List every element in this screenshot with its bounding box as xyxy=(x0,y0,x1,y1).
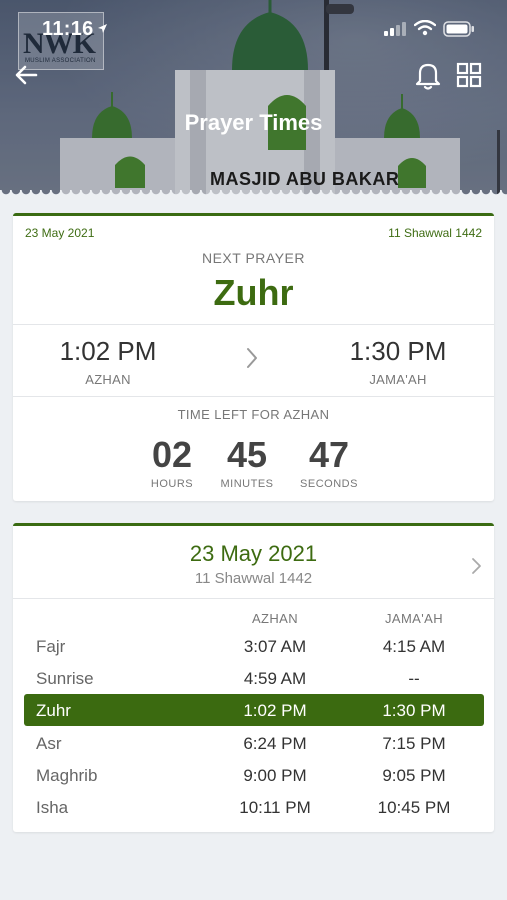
prayer-name: Fajr xyxy=(36,637,66,656)
bell-icon[interactable] xyxy=(414,60,442,90)
chevron-right-icon xyxy=(247,348,257,368)
next-prayer-card: 23 May 2021 11 Shawwal 1442 NEXT PRAYER … xyxy=(13,213,494,501)
schedule-hijri-date: 11 Shawwal 1442 xyxy=(194,570,313,587)
prayer-name: Asr xyxy=(36,734,62,753)
prayer-row-zuhr-active: Zuhr 1:02 PM 1:30 PM xyxy=(24,694,484,726)
prayer-name: Maghrib xyxy=(36,766,98,785)
countdown-hours: 02 xyxy=(151,434,193,475)
prayer-azhan-time: 1:02 PM xyxy=(243,701,307,720)
azhan-label: AZHAN xyxy=(85,372,131,387)
wifi-icon xyxy=(414,20,436,36)
prayer-jamaah-time: 9:05 PM xyxy=(382,766,446,785)
prayer-row-asr: Asr 6:24 PM 7:15 PM xyxy=(24,727,484,759)
prayer-jamaah-time: 10:45 PM xyxy=(377,798,451,817)
hijri-date: 11 Shawwal 1442 xyxy=(388,226,482,240)
column-header-azhan: AZHAN xyxy=(251,611,299,626)
prayer-jamaah-time: 7:15 PM xyxy=(382,734,446,753)
prayer-row-isha: Isha 10:11 PM 10:45 PM xyxy=(24,791,484,823)
prayer-jamaah-time: 4:15 AM xyxy=(382,637,446,656)
back-arrow-icon[interactable] xyxy=(14,62,40,88)
jamaah-time: 1:30 PM xyxy=(349,336,447,366)
prayer-name: Isha xyxy=(36,798,69,817)
divider xyxy=(13,396,494,397)
countdown-hours-label: HOURS xyxy=(150,478,194,490)
grid-icon[interactable] xyxy=(456,62,482,88)
prayer-name: Sunrise xyxy=(36,669,94,688)
signal-icon xyxy=(384,22,406,36)
time-left-label: TIME LEFT FOR AZHAN xyxy=(177,407,330,422)
status-time: 11:16 xyxy=(42,18,94,40)
prayer-azhan-time: 6:24 PM xyxy=(243,734,307,753)
next-prayer-name: Zuhr xyxy=(213,272,294,313)
header-banner: NWK MUSLIM ASSOCIATION 11:16 Prayer Time… xyxy=(0,0,507,200)
prayer-jamaah-time: -- xyxy=(408,669,420,688)
battery-icon xyxy=(443,21,474,37)
divider xyxy=(13,598,494,599)
divider xyxy=(13,324,494,325)
page-title: Prayer Times xyxy=(184,110,323,135)
prayer-azhan-time: 9:00 PM xyxy=(243,766,307,785)
jamaah-label: JAMA'AH xyxy=(369,372,427,387)
prayer-azhan-time: 4:59 AM xyxy=(243,669,307,688)
prayer-row-maghrib: Maghrib 9:00 PM 9:05 PM xyxy=(24,759,484,791)
prayer-azhan-time: 10:11 PM xyxy=(239,798,311,817)
mosque-sign: MASJID ABU BAKAR xyxy=(210,169,400,189)
azhan-time: 1:02 PM xyxy=(59,336,157,366)
prayer-azhan-time: 3:07 AM xyxy=(243,637,307,656)
prayer-row-sunrise: Sunrise 4:59 AM -- xyxy=(24,662,484,694)
countdown-seconds: 47 xyxy=(308,434,350,475)
gregorian-date: 23 May 2021 xyxy=(25,226,95,240)
header-scallop-edge xyxy=(0,190,507,202)
next-day-chevron-icon[interactable] xyxy=(470,556,484,576)
countdown-seconds-label: SECONDS xyxy=(300,478,358,490)
countdown-minutes-label: MINUTES xyxy=(220,478,274,490)
location-arrow-icon xyxy=(98,24,107,33)
prayer-row-fajr: Fajr 3:07 AM 4:15 AM xyxy=(24,630,484,662)
prayer-name: Zuhr xyxy=(36,701,71,720)
column-header-jamaah: JAMA'AH xyxy=(384,611,443,626)
schedule-gregorian-date: 23 May 2021 xyxy=(189,541,318,566)
countdown-minutes: 45 xyxy=(226,434,268,475)
prayer-jamaah-time: 1:30 PM xyxy=(382,701,446,720)
next-prayer-label: NEXT PRAYER xyxy=(201,250,305,266)
prayer-schedule-card: 23 May 2021 11 Shawwal 1442 AZHAN JAMA'A… xyxy=(13,523,494,832)
status-bar: 11:16 xyxy=(0,0,507,60)
